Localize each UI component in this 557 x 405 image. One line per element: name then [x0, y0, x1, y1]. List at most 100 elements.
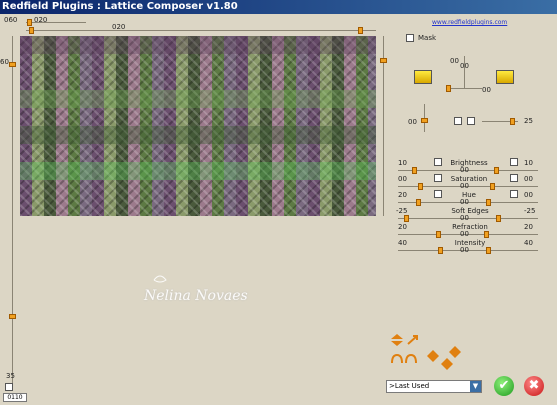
top-right-slider-knob[interactable] [358, 27, 363, 34]
intensity-left-value: 40 [398, 239, 407, 247]
hue-right-value: 00 [524, 191, 533, 199]
horizontal-offset-knob[interactable] [29, 27, 34, 34]
saturation-left-value: 00 [398, 175, 407, 183]
rotation-value: 25 [524, 117, 533, 125]
mask-checkbox[interactable] [406, 34, 414, 42]
diagonal-button[interactable] [406, 334, 420, 346]
saturation-right-knob[interactable] [490, 183, 495, 190]
rotate-left-button[interactable] [390, 353, 404, 365]
flip-horizontal-button[interactable] [454, 117, 462, 125]
left-slider-value: 60 [0, 58, 9, 66]
hue-checkbox-right[interactable] [510, 190, 518, 198]
top-left-slider-value: 020 [34, 16, 48, 24]
diamond-icon [441, 358, 453, 370]
brightness-center-value: 00 [460, 166, 469, 174]
saturation-checkbox-right[interactable] [510, 174, 518, 182]
move-diamond-button-2[interactable] [440, 358, 454, 370]
diagonal-arrow-icon [407, 335, 418, 345]
preview-band [20, 126, 376, 144]
preview-band [20, 162, 376, 180]
refraction-right-knob[interactable] [484, 231, 489, 238]
ok-button[interactable]: ✔ [494, 376, 514, 396]
hue-left-knob[interactable] [416, 199, 421, 206]
intensity-left-knob[interactable] [438, 247, 443, 254]
saturation-label: Saturation [450, 175, 488, 183]
soft-edges-label: Soft Edges [451, 207, 489, 215]
rotate-right-button[interactable] [404, 353, 418, 365]
light-angle-value: 00 [450, 57, 459, 65]
svg-text:Nelina Novaes: Nelina Novaes [143, 288, 248, 304]
cancel-button[interactable]: ✖ [524, 376, 544, 396]
brightness-checkbox-right[interactable] [510, 158, 518, 166]
color-swatch-left[interactable] [414, 70, 432, 84]
top-right-slider-track[interactable] [292, 30, 376, 31]
refraction-left-knob[interactable] [436, 231, 441, 238]
corner-value: 0110 [3, 393, 27, 402]
chevron-down-icon[interactable]: ▼ [470, 381, 481, 392]
rotate-arrows-icon [391, 353, 403, 364]
brightness-checkbox-left[interactable] [434, 158, 442, 166]
intensity-label: Intensity [454, 239, 486, 247]
intensity-center-value: 00 [460, 246, 469, 254]
lattice-composer-window: Redfield Plugins : Lattice Composer v1.8… [0, 0, 557, 405]
spin-vertical-knob[interactable] [421, 118, 428, 123]
window-title: Redfield Plugins : Lattice Composer v1.8… [0, 0, 557, 14]
preset-select[interactable]: >Last Used ▼ [386, 380, 482, 393]
rotate-arrows-icon [405, 353, 417, 364]
vertical-offset-knob[interactable] [9, 62, 16, 67]
vertical-lower-knob[interactable] [9, 314, 16, 319]
saturation-right-value: 00 [524, 175, 533, 183]
hue-checkbox-left[interactable] [434, 190, 442, 198]
diamond-icon [449, 346, 461, 358]
hue-center-value: 00 [460, 198, 469, 206]
light-horizontal-value: 00 [482, 86, 491, 94]
left-bottom-value: 35 [6, 372, 15, 380]
right-vertical-knob[interactable] [380, 58, 387, 63]
preview-band [20, 90, 376, 108]
color-swatch-right[interactable] [496, 70, 514, 84]
refraction-left-value: 20 [398, 223, 407, 231]
saturation-checkbox-left[interactable] [434, 174, 442, 182]
move-diamond-button-3[interactable] [448, 346, 462, 358]
intensity-right-knob[interactable] [486, 247, 491, 254]
rotation-knob[interactable] [510, 118, 515, 125]
flip-vertical-button[interactable] [467, 117, 475, 125]
spin-left-value: 00 [408, 118, 417, 126]
mask-label: Mask [418, 34, 437, 42]
refraction-label: Refraction [452, 223, 488, 231]
light-horizontal-track[interactable] [446, 88, 482, 89]
soft-edges-right-knob[interactable] [496, 215, 501, 222]
preset-selected-value: >Last Used [389, 382, 430, 390]
intensity-right-value: 40 [524, 239, 533, 247]
move-diamond-button[interactable] [426, 350, 440, 362]
grid-toggle[interactable] [5, 383, 13, 391]
light-horizontal-knob[interactable] [446, 85, 451, 92]
website-link[interactable]: www.redfieldplugins.com [432, 19, 507, 26]
watermark-signature: Nelina Novaes [140, 270, 250, 310]
refraction-right-value: 20 [524, 223, 533, 231]
top-left-slider-knob[interactable] [27, 19, 32, 26]
brightness-left-value: 10 [398, 159, 407, 167]
right-vertical-track[interactable] [383, 36, 384, 216]
diamond-icon [427, 350, 439, 362]
preview-band [20, 36, 376, 54]
soft-edges-center-value: 00 [460, 214, 469, 222]
hue-right-knob[interactable] [486, 199, 491, 206]
soft-edges-left-knob[interactable] [404, 215, 409, 222]
brightness-label: Brightness [450, 159, 488, 167]
brightness-left-knob[interactable] [412, 167, 417, 174]
brightness-right-value: 10 [524, 159, 533, 167]
brightness-right-knob[interactable] [494, 167, 499, 174]
swap-vertical-button[interactable] [390, 334, 404, 346]
check-icon: ✔ [498, 378, 510, 393]
top-left-value: 060 [4, 16, 18, 24]
light-vertical-track[interactable] [464, 56, 465, 88]
up-down-arrow-icon [391, 334, 403, 346]
soft-edges-right-value: -25 [524, 207, 536, 215]
hue-left-value: 20 [398, 191, 407, 199]
vertical-offset-track[interactable] [12, 36, 13, 386]
lattice-preview-image[interactable] [20, 36, 376, 216]
saturation-left-knob[interactable] [418, 183, 423, 190]
close-icon: ✖ [528, 378, 540, 393]
saturation-center-value: 00 [460, 182, 469, 190]
